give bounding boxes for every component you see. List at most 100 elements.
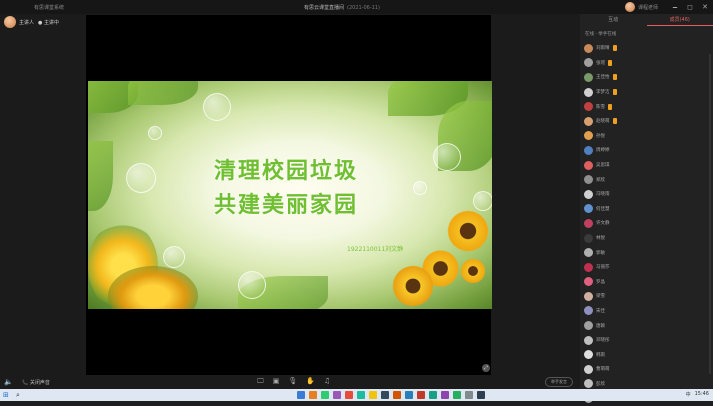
member-scrollbar[interactable]	[709, 54, 711, 374]
taskbar-app-icon[interactable]	[357, 391, 365, 399]
member-name: 冯晓雨	[596, 191, 610, 197]
taskbar-app-icon[interactable]	[321, 391, 329, 399]
member-name: 宋佳	[596, 308, 605, 314]
taskbar-app-icon[interactable]	[441, 391, 449, 399]
taskbar-app-icon[interactable]	[393, 391, 401, 399]
member-name: 吴思琪	[596, 162, 610, 168]
maximize-icon[interactable]: ◻	[686, 3, 694, 11]
member-row[interactable]: 李梦洁	[584, 85, 709, 100]
clock[interactable]: 15:46	[695, 391, 709, 398]
taskbar-app-icon[interactable]	[417, 391, 425, 399]
taskbar-app-icon[interactable]	[345, 391, 353, 399]
member-row[interactable]: 郭敏	[584, 245, 709, 260]
member-row[interactable]: 林悦	[584, 231, 709, 246]
member-row[interactable]: 冯晓雨	[584, 187, 709, 202]
member-row[interactable]: 张瑶	[584, 56, 709, 71]
member-name: 罗晶	[596, 279, 605, 285]
taskbar-app-icon[interactable]	[477, 391, 485, 399]
user-name: 课程老师	[638, 4, 658, 11]
speaker-icon[interactable]: 🔈	[4, 378, 13, 386]
camera-icon[interactable]: ▣	[273, 377, 280, 386]
taskbar-app-icon[interactable]	[453, 391, 461, 399]
slide-title-line2: 共建美丽家园	[214, 187, 358, 219]
hand-raised-icon	[613, 45, 617, 51]
hand-raised-icon	[613, 89, 617, 95]
member-avatar	[584, 58, 593, 67]
member-avatar	[584, 102, 593, 111]
hand-raised-icon	[613, 74, 617, 80]
taskbar-app-icon[interactable]	[369, 391, 377, 399]
fullscreen-icon[interactable]: ⤢	[482, 364, 490, 372]
close-icon[interactable]: ✕	[701, 3, 709, 11]
member-name: 刘雨晴	[596, 45, 610, 51]
screen-share-icon[interactable]: 🖵	[257, 377, 264, 386]
music-icon[interactable]: ♫	[324, 377, 330, 386]
member-row[interactable]: 孙悦	[584, 129, 709, 144]
member-row[interactable]: 马丽莎	[584, 260, 709, 275]
member-avatar	[584, 117, 593, 126]
member-sidebar: 互动 成员(46) 在线 · 举手在线 刘雨晴张瑶王佳怡李梦洁陈雪赵晓萌孙悦周婷…	[580, 14, 713, 389]
member-row[interactable]: 周婷婷	[584, 143, 709, 158]
hand-icon[interactable]: ✋	[306, 377, 315, 386]
member-avatar	[584, 277, 593, 286]
minimize-icon[interactable]: 🗕	[671, 3, 679, 11]
member-row[interactable]: 韩雨	[584, 347, 709, 362]
member-name: 曹萌萌	[596, 366, 610, 372]
member-name: 陈雪	[596, 104, 605, 110]
taskbar-app-icon[interactable]	[297, 391, 305, 399]
hand-raised-icon	[613, 118, 617, 124]
member-row[interactable]: 邓晓彤	[584, 333, 709, 348]
member-name: 梁雪	[596, 293, 605, 299]
tool-group: 🖵 ▣ 🎙 ✋ ♫	[257, 377, 330, 386]
taskbar-app-icon[interactable]	[429, 391, 437, 399]
member-row[interactable]: 刘雨晴	[584, 41, 709, 56]
taskbar-app-icon[interactable]	[405, 391, 413, 399]
os-taskbar: ⊞ ⌕ 中 15:46	[0, 389, 713, 401]
taskbar-app-icon[interactable]	[465, 391, 473, 399]
member-avatar	[584, 306, 593, 315]
member-row[interactable]: 王佳怡	[584, 70, 709, 85]
microphone-icon[interactable]: 🎙	[288, 377, 297, 386]
user-menu[interactable]: 课程老师	[625, 2, 658, 12]
ime-indicator[interactable]: 中	[686, 391, 691, 398]
taskbar-app-icon[interactable]	[381, 391, 389, 399]
member-row[interactable]: 许文静	[584, 216, 709, 231]
taskbar-app-icon[interactable]	[309, 391, 317, 399]
title-bar: 有思课堂系统 有思云课堂直播间(2021-06-11) 课程老师 🗕 ◻ ✕	[0, 0, 713, 14]
slide-title-line1: 清理校园垃圾	[214, 153, 358, 185]
member-row[interactable]: 何佳慧	[584, 202, 709, 217]
tab-members[interactable]: 成员(46)	[647, 14, 713, 26]
hand-raised-icon	[608, 60, 612, 66]
mute-button[interactable]: 📞 关闭声音	[22, 379, 50, 386]
member-row[interactable]: 陈雪	[584, 99, 709, 114]
presentation-slide: 清理校园垃圾 共建美丽家园 1922110011刘文静	[88, 81, 492, 309]
member-avatar	[584, 321, 593, 330]
member-row[interactable]: 唐颖	[584, 318, 709, 333]
host-info[interactable]: 主讲人	[4, 16, 34, 28]
member-avatar	[584, 234, 593, 243]
member-row[interactable]: 曹萌萌	[584, 362, 709, 377]
tab-interaction[interactable]: 互动	[580, 14, 647, 26]
app-name: 有思课堂系统	[34, 4, 64, 11]
member-row[interactable]: 梁雪	[584, 289, 709, 304]
hand-raised-icon	[608, 104, 612, 110]
raise-hand-button[interactable]: 举手发言	[545, 377, 573, 387]
sidebar-tabs: 互动 成员(46)	[580, 14, 713, 26]
member-row[interactable]: 宋佳	[584, 304, 709, 319]
member-row[interactable]: 郑欣	[584, 172, 709, 187]
member-avatar	[584, 365, 593, 374]
member-row[interactable]: 罗晶	[584, 275, 709, 290]
host-panel: 主讲人 ● 主讲中	[0, 14, 86, 375]
taskbar-app-icon[interactable]	[333, 391, 341, 399]
member-name: 周婷婷	[596, 147, 610, 153]
member-avatar	[584, 350, 593, 359]
app-window: 有思课堂系统 有思云课堂直播间(2021-06-11) 课程老师 🗕 ◻ ✕ 主…	[0, 0, 713, 389]
member-avatar	[584, 336, 593, 345]
member-row[interactable]: 吴思琪	[584, 158, 709, 173]
member-row[interactable]: 赵晓萌	[584, 114, 709, 129]
search-icon[interactable]: ⌕	[16, 391, 20, 400]
member-avatar	[584, 73, 593, 82]
member-name: 王佳怡	[596, 74, 610, 80]
start-icon[interactable]: ⊞	[3, 391, 9, 399]
member-list-header: 在线 · 举手在线	[585, 31, 616, 37]
